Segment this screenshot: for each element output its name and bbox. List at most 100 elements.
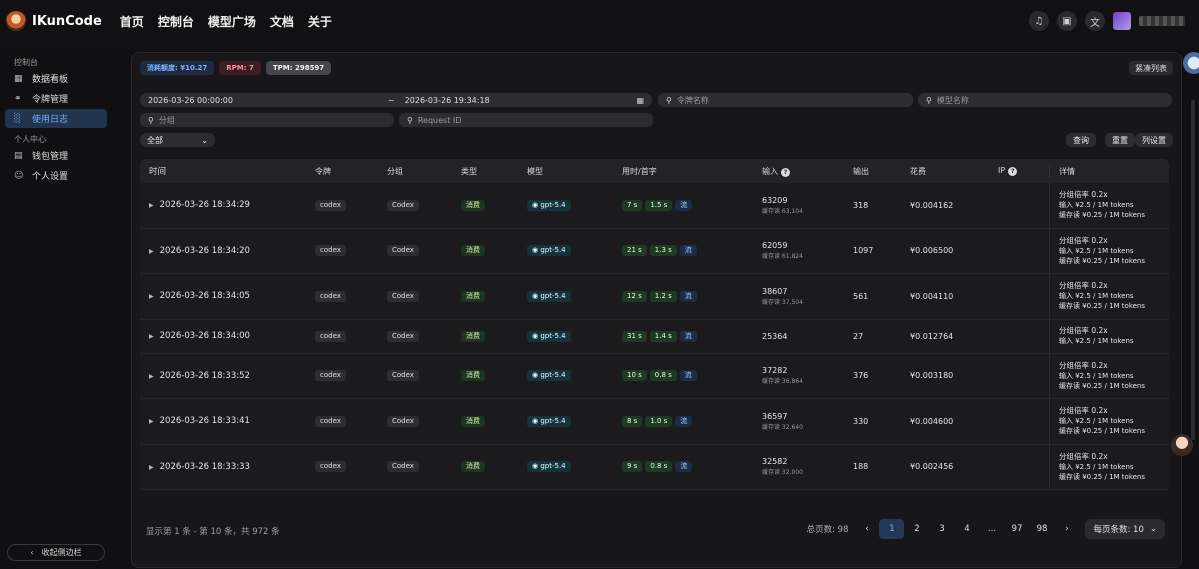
model-tag[interactable]: ◉ gpt-5.4: [527, 330, 571, 342]
expand-chevron-icon[interactable]: ▶: [149, 248, 154, 255]
monitor-icon[interactable]: ▣: [1057, 11, 1077, 31]
floating-assistant-avatar[interactable]: [1183, 52, 1199, 74]
collapse-sidebar-button[interactable]: ‹ 收起侧边栏: [7, 544, 105, 561]
col-details: 详情: [1049, 165, 1169, 177]
cell-details: 分组倍率 0.2x 输入 ¥2.5 / 1M tokens 缓存读 ¥0.25 / …: [1049, 444, 1169, 489]
model-name-input[interactable]: ⚲ 模型名称: [918, 93, 1172, 107]
compact-list-button[interactable]: 紧凑列表: [1129, 61, 1173, 75]
page-size-select[interactable]: 每页条数: 10 ⌄: [1085, 519, 1165, 539]
detail-cache-price: 缓存读 ¥0.25 / 1M tokens: [1059, 302, 1146, 311]
detail-cache-price: 缓存读 ¥0.25 / 1M tokens: [1059, 472, 1146, 481]
nav-console[interactable]: 控制台: [158, 13, 194, 30]
cell-details: 分组倍率 0.2x 输入 ¥2.5 / 1M tokens 缓存读 ¥0.25 / …: [1049, 228, 1169, 273]
sidebar-item-logs[interactable]: ░ 使用日志: [5, 109, 107, 128]
duration-tag: 10 s: [622, 370, 647, 382]
table-row[interactable]: ▶ 2026-03-26 18:34:00 codex Codex 消费 ◉ gpt-5.…: [140, 319, 1169, 354]
time-value: 2026-03-26 18:34:00: [159, 331, 250, 341]
username-redacted[interactable]: [1139, 16, 1185, 26]
log-type-value: 全部: [147, 135, 163, 145]
model-tag[interactable]: ◉ gpt-5.4: [527, 415, 571, 427]
group-tag: Codex: [387, 290, 419, 302]
page-button[interactable]: 3: [929, 519, 954, 539]
request-id-input[interactable]: ⚲ Request ID: [399, 113, 653, 127]
help-icon[interactable]: ?: [781, 167, 790, 177]
model-dot-icon: ◉: [532, 246, 539, 255]
model-tag[interactable]: ◉ gpt-5.4: [527, 370, 571, 382]
prev-page-icon[interactable]: ‹: [854, 519, 879, 539]
expand-chevron-icon[interactable]: ▶: [149, 293, 154, 300]
input-tokens: 36597: [762, 411, 788, 421]
nav-docs[interactable]: 文档: [270, 13, 294, 30]
log-type-select[interactable]: 全部 ⌄: [140, 133, 215, 147]
first-token-tag: 1.5 s: [645, 199, 673, 211]
group-input[interactable]: ⚲ 分组: [140, 113, 394, 127]
sidebar-item-tokens[interactable]: ⚭ 令牌管理: [5, 89, 107, 108]
page-button[interactable]: 97: [1004, 519, 1029, 539]
cell-model: ◉ gpt-5.4: [518, 330, 613, 342]
floating-chat-avatar[interactable]: [1171, 434, 1193, 456]
cell-details: 分组倍率 0.2x 输入 ¥2.5 / 1M tokens 缓存读 ¥0.25 / …: [1049, 353, 1169, 398]
translate-icon[interactable]: 文: [1085, 11, 1105, 31]
table-row[interactable]: ▶ 2026-03-26 18:34:05 codex Codex 消费 ◉ gpt-5.…: [140, 274, 1169, 320]
table-row[interactable]: ▶ 2026-03-26 18:34:29 codex Codex 消费 ◉ gpt-5.…: [140, 183, 1169, 229]
sidebar-item-label: 使用日志: [32, 115, 69, 125]
duration-tag: 7 s: [622, 199, 643, 211]
token-tag: codex: [315, 370, 346, 382]
table-row[interactable]: ▶ 2026-03-26 18:33:33 codex Codex 消费 ◉ gpt-5.…: [140, 444, 1169, 490]
page-button[interactable]: 1: [879, 519, 905, 539]
wallet-icon: ▤: [14, 150, 23, 161]
expand-chevron-icon[interactable]: ▶: [149, 464, 154, 471]
page-button[interactable]: 2: [904, 519, 929, 539]
query-button[interactable]: 查询: [1066, 133, 1096, 147]
time-value: 2026-03-26 18:34:29: [159, 200, 250, 211]
nav-about[interactable]: 关于: [308, 13, 332, 30]
expand-chevron-icon[interactable]: ▶: [149, 418, 154, 425]
expand-chevron-icon[interactable]: ▶: [149, 373, 154, 380]
table-row[interactable]: ▶ 2026-03-26 18:33:52 codex Codex 消费 ◉ gpt-5.…: [140, 353, 1169, 399]
token-tag: codex: [315, 461, 346, 473]
reset-button[interactable]: 重置: [1105, 133, 1135, 147]
cell-cost: ¥0.012764: [910, 331, 954, 341]
type-tag: 消费: [461, 290, 485, 302]
page-scrollbar[interactable]: [1191, 100, 1195, 440]
model-tag[interactable]: ◉ gpt-5.4: [527, 461, 571, 473]
sidebar-item-settings[interactable]: ☺ 个人设置: [5, 166, 107, 185]
cell-token: codex: [306, 370, 378, 382]
token-name-input[interactable]: ⚲ 令牌名称: [658, 93, 913, 107]
model-tag[interactable]: ◉ gpt-5.4: [527, 199, 571, 211]
user-icon: ☺: [14, 170, 24, 181]
dashboard-icon: ▦: [14, 73, 23, 84]
cell-details: 分组倍率 0.2x 输入 ¥2.5 / 1M tokens 缓存读 ¥0.25 / …: [1049, 274, 1169, 319]
expand-chevron-icon[interactable]: ▶: [149, 202, 154, 209]
model-tag[interactable]: ◉ gpt-5.4: [527, 245, 571, 257]
table-row[interactable]: ▶ 2026-03-26 18:33:41 codex Codex 消费 ◉ gpt-5.…: [140, 399, 1169, 445]
brand-logo-icon[interactable]: [6, 11, 26, 31]
time-value: 2026-03-26 18:33:33: [159, 461, 250, 472]
brand-name[interactable]: IKunCode: [32, 14, 102, 29]
group-tag: Codex: [387, 245, 419, 257]
column-settings-button[interactable]: 列设置: [1135, 133, 1173, 147]
page-button[interactable]: 98: [1029, 519, 1054, 539]
date-range-picker[interactable]: 2026-03-26 00:00:00 ~ 2026-03-26 19:34:1…: [140, 93, 652, 107]
collapse-label: 收起侧边栏: [41, 548, 82, 557]
help-icon[interactable]: ?: [1008, 167, 1018, 176]
user-avatar[interactable]: [1113, 12, 1131, 30]
page-button[interactable]: 4: [954, 519, 979, 539]
cell-duration: 21 s 1.3 s流: [613, 245, 753, 257]
model-tag[interactable]: ◉ gpt-5.4: [527, 290, 571, 302]
bell-icon[interactable]: ♫: [1029, 11, 1049, 31]
nav-home[interactable]: 首页: [120, 13, 144, 30]
sidebar-item-wallet[interactable]: ▤ 钱包管理: [5, 146, 107, 165]
page-ellipsis[interactable]: ...: [979, 519, 1004, 539]
stream-tag: 流: [675, 415, 693, 427]
expand-chevron-icon[interactable]: ▶: [149, 333, 154, 340]
detail-ratio: 分组倍率 0.2x: [1059, 235, 1108, 245]
cell-time: ▶ 2026-03-26 18:34:29: [140, 200, 306, 210]
nav-model-square[interactable]: 模型广场: [208, 13, 256, 30]
next-page-icon[interactable]: ›: [1054, 519, 1079, 539]
sidebar-item-dashboard[interactable]: ▦ 数据看板: [5, 69, 107, 88]
cell-output: 188: [853, 462, 869, 472]
table-row[interactable]: ▶ 2026-03-26 18:34:20 codex Codex 消费 ◉ gpt-5.…: [140, 228, 1169, 274]
cell-output: 376: [853, 371, 869, 381]
cell-group: Codex: [378, 245, 452, 257]
